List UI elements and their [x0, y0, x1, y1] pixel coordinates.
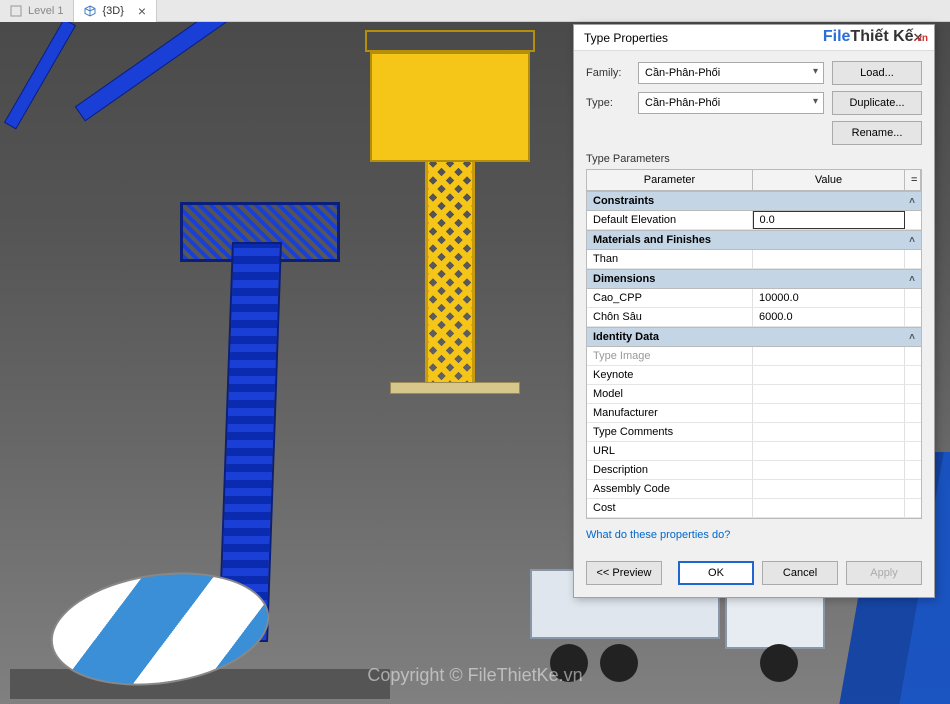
param-row[interactable]: Model [587, 385, 921, 404]
tab-level1[interactable]: Level 1 [0, 0, 74, 22]
param-row[interactable]: Type Image [587, 347, 921, 366]
param-row[interactable]: Description [587, 461, 921, 480]
param-eq [905, 480, 921, 498]
col-value[interactable]: Value [753, 170, 905, 190]
param-eq [905, 518, 921, 519]
param-name: Chôn Sâu [587, 308, 753, 326]
param-value[interactable] [753, 347, 905, 365]
param-group-header[interactable]: Dimensions˄ [587, 269, 921, 289]
type-properties-dialog: Type Properties ✕ Family: Cần-Phân-Phối … [573, 24, 935, 598]
param-row[interactable]: Cao_CPP10000.0 [587, 289, 921, 308]
param-value[interactable] [753, 250, 905, 268]
rename-button[interactable]: Rename... [832, 121, 922, 145]
param-eq [905, 289, 921, 307]
param-value[interactable] [753, 423, 905, 441]
dialog-footer: << Preview OK Cancel Apply [574, 553, 934, 597]
param-group-header[interactable]: Identity Data˄ [587, 327, 921, 347]
type-label: Type: [586, 97, 630, 109]
dialog-titlebar[interactable]: Type Properties ✕ [574, 25, 934, 51]
chevron-up-icon: ˄ [909, 235, 915, 246]
table-header: Parameter Value = [587, 170, 921, 191]
param-eq [905, 423, 921, 441]
param-value[interactable] [753, 442, 905, 460]
param-row[interactable]: Than [587, 250, 921, 269]
family-combo[interactable]: Cần-Phân-Phối [638, 62, 824, 84]
type-combo[interactable]: Cần-Phân-Phối [638, 92, 824, 114]
param-value[interactable]: 0.0 [753, 211, 905, 229]
param-name: Keynote [587, 366, 753, 384]
param-name: Model [587, 385, 753, 403]
col-parameter[interactable]: Parameter [587, 170, 753, 190]
param-value[interactable] [753, 518, 905, 519]
param-row[interactable]: Cost [587, 499, 921, 518]
param-eq [905, 404, 921, 422]
tab-label: {3D} [102, 5, 123, 17]
param-eq [905, 461, 921, 479]
param-value[interactable] [753, 404, 905, 422]
param-row[interactable]: Type Comments [587, 423, 921, 442]
param-eq [905, 308, 921, 326]
param-eq [905, 250, 921, 268]
param-eq [905, 499, 921, 517]
duplicate-button[interactable]: Duplicate... [832, 91, 922, 115]
param-row[interactable]: Assembly Description [587, 518, 921, 519]
model-distribution-boom [180, 62, 320, 582]
param-eq [905, 385, 921, 403]
param-value[interactable] [753, 461, 905, 479]
param-name: Default Elevation [587, 211, 753, 229]
param-value[interactable]: 6000.0 [753, 308, 905, 326]
dialog-title: Type Properties [584, 31, 668, 45]
param-value[interactable] [753, 366, 905, 384]
tab-label: Level 1 [28, 5, 63, 17]
param-row[interactable]: Default Elevation0.0 [587, 211, 921, 230]
help-link[interactable]: What do these properties do? [586, 529, 730, 541]
param-row[interactable]: Assembly Code [587, 480, 921, 499]
param-name: Assembly Description [587, 518, 753, 519]
tab-bar: Level 1 {3D} × [0, 0, 950, 22]
param-name: Assembly Code [587, 480, 753, 498]
param-value[interactable] [753, 480, 905, 498]
load-button[interactable]: Load... [832, 61, 922, 85]
preview-button[interactable]: << Preview [586, 561, 662, 585]
param-name: Description [587, 461, 753, 479]
close-icon[interactable]: ✕ [908, 28, 928, 48]
param-value[interactable]: 10000.0 [753, 289, 905, 307]
param-row[interactable]: Manufacturer [587, 404, 921, 423]
param-row[interactable]: Keynote [587, 366, 921, 385]
param-eq [905, 366, 921, 384]
close-icon[interactable]: × [138, 3, 146, 19]
cube-icon [84, 5, 96, 17]
param-name: URL [587, 442, 753, 460]
ok-button[interactable]: OK [678, 561, 754, 585]
chevron-up-icon: ˄ [909, 274, 915, 285]
chevron-up-icon: ˄ [909, 332, 915, 343]
family-label: Family: [586, 67, 630, 79]
param-row[interactable]: URL [587, 442, 921, 461]
model-concrete-mixer [10, 554, 410, 704]
param-eq [905, 442, 921, 460]
tab-3d[interactable]: {3D} × [74, 0, 157, 22]
param-name: Cao_CPP [587, 289, 753, 307]
parameter-table[interactable]: Parameter Value = Constraints˄Default El… [586, 169, 922, 519]
param-group-header[interactable]: Materials and Finishes˄ [587, 230, 921, 250]
param-row[interactable]: Chôn Sâu6000.0 [587, 308, 921, 327]
floorplan-icon [10, 5, 22, 17]
model-tower-crane [370, 52, 540, 392]
param-name: Type Image [587, 347, 753, 365]
param-group-header[interactable]: Constraints˄ [587, 191, 921, 211]
param-name: Than [587, 250, 753, 268]
type-parameters-label: Type Parameters [586, 153, 922, 165]
param-eq [905, 211, 921, 229]
param-name: Type Comments [587, 423, 753, 441]
param-value[interactable] [753, 499, 905, 517]
apply-button: Apply [846, 561, 922, 585]
cancel-button[interactable]: Cancel [762, 561, 838, 585]
chevron-up-icon: ˄ [909, 196, 915, 207]
param-name: Cost [587, 499, 753, 517]
param-value[interactable] [753, 385, 905, 403]
param-name: Manufacturer [587, 404, 753, 422]
col-equals[interactable]: = [905, 170, 921, 190]
param-eq [905, 347, 921, 365]
